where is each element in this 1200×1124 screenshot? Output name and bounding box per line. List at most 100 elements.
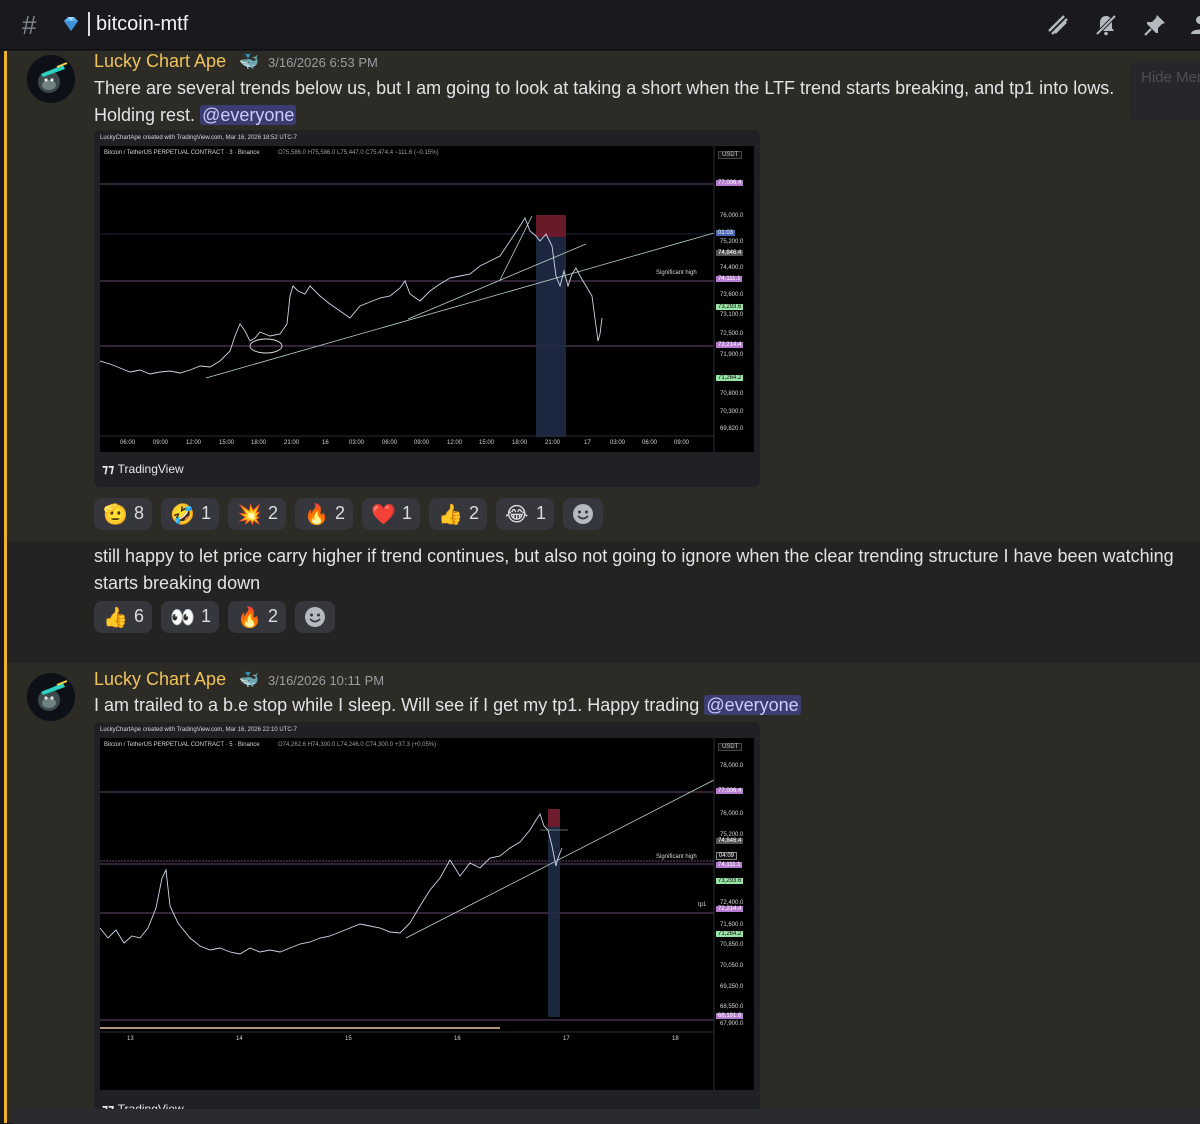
- price-label: 70,850.0: [720, 942, 744, 948]
- chart-image-embed[interactable]: LuckyChartApe created with TradingView.c…: [94, 130, 760, 487]
- time-label: 09:00: [153, 440, 169, 446]
- horizontal-scrollbar[interactable]: [14, 1109, 1200, 1124]
- reaction-button[interactable]: 💥 2: [228, 498, 286, 530]
- reaction-count: 2: [469, 503, 480, 523]
- time-label: 13: [127, 1036, 134, 1042]
- whale-badge-icon: 🐳: [239, 672, 259, 689]
- time-label: 18:00: [251, 440, 267, 446]
- everyone-mention[interactable]: @everyone: [200, 105, 297, 125]
- price-label: 74,111.1: [716, 862, 743, 868]
- price-label: 73,600.0: [720, 292, 744, 298]
- mute-icon[interactable]: [1094, 13, 1118, 37]
- time-label: 15: [345, 1036, 352, 1042]
- price-label: 73,293.6: [716, 304, 744, 310]
- time-label: 12:00: [447, 440, 463, 446]
- price-label: 74,846.4: [716, 250, 744, 256]
- reaction-count: 1: [201, 503, 212, 523]
- threads-icon[interactable]: [1046, 13, 1070, 37]
- price-label: 72,500.0: [720, 331, 744, 337]
- price-label: 70,050.0: [720, 963, 744, 969]
- price-label: 72,214.4: [716, 342, 744, 348]
- time-label: 21:00: [545, 440, 561, 446]
- time-label: 09:00: [414, 440, 430, 446]
- message: still happy to let price carry higher if…: [4, 541, 1200, 664]
- tradingview-logo: ⁊⁊ TradingView: [102, 462, 184, 476]
- gem-icon: [64, 17, 78, 31]
- price-chart-svg: [100, 146, 715, 452]
- time-label: 09:00: [674, 440, 690, 446]
- time-label: 03:00: [349, 440, 365, 446]
- time-label: 16: [454, 1036, 461, 1042]
- reaction-button[interactable]: ❤️ 1: [362, 498, 420, 530]
- thumbs-up-emoji: 👍: [438, 504, 463, 526]
- message: Lucky Chart Ape 🐳 3/16/2026 10:11 PM I a…: [4, 663, 1200, 1124]
- time-label: 06:00: [642, 440, 658, 446]
- joy-emoji: 😂: [505, 504, 529, 526]
- add-reaction-icon: [573, 504, 593, 524]
- price-label: 71,900.0: [720, 352, 744, 358]
- reaction-count: 1: [402, 503, 413, 523]
- price-label: 71,600.0: [720, 922, 744, 928]
- reaction-button[interactable]: 👀 1: [161, 601, 219, 633]
- members-icon[interactable]: [1188, 13, 1200, 37]
- fire-emoji: 🔥: [304, 504, 329, 526]
- add-reaction-button[interactable]: [295, 601, 335, 633]
- price-label: 74,111.1: [716, 276, 743, 282]
- reaction-button[interactable]: 👍 6: [94, 601, 152, 633]
- price-label: 70,800.0: [720, 391, 744, 397]
- author-name[interactable]: Lucky Chart Ape: [94, 669, 226, 690]
- tp1-label: tp1: [698, 902, 707, 908]
- price-label: 73,293.6: [716, 878, 744, 884]
- price-label: 74,400.0: [720, 265, 744, 271]
- hide-menu-button[interactable]: Hide Menu: [1129, 62, 1200, 120]
- price-label: 75,200.0: [720, 239, 744, 245]
- thumbs-up-emoji: 👍: [103, 607, 128, 629]
- reaction-count: 2: [268, 503, 279, 523]
- rofl-emoji: 🤣: [170, 504, 195, 526]
- fire-emoji: 🔥: [237, 607, 262, 629]
- reaction-button[interactable]: 🫡 8: [94, 498, 152, 530]
- reaction-button[interactable]: 🔥 2: [295, 498, 353, 530]
- countdown-label: 01:03: [716, 230, 736, 236]
- price-label: 74,846.4: [716, 838, 744, 844]
- reaction-count: 6: [134, 606, 145, 626]
- price-label: 77,006.4: [716, 788, 744, 794]
- reaction-button[interactable]: 😂 1: [496, 498, 554, 530]
- everyone-mention[interactable]: @everyone: [704, 695, 801, 715]
- time-label: 15:00: [479, 440, 495, 446]
- price-label: 77,006.4: [716, 180, 744, 186]
- time-label: 12:00: [186, 440, 202, 446]
- eyes-emoji: 👀: [170, 607, 195, 629]
- header-divider: [88, 12, 90, 36]
- time-label: 16: [322, 440, 329, 446]
- chart-image-embed[interactable]: LuckyChartApe created with TradingView.c…: [94, 722, 760, 1124]
- reaction-button[interactable]: 👍 2: [429, 498, 487, 530]
- avatar[interactable]: [27, 55, 75, 103]
- timestamp[interactable]: 3/16/2026 10:11 PM: [268, 673, 384, 688]
- price-label: 78,000.0: [720, 763, 744, 769]
- currency-label: USDT: [718, 151, 743, 159]
- message-content: There are several trends below us, but I…: [94, 75, 1154, 129]
- reaction-count: 8: [134, 503, 145, 523]
- pin-icon[interactable]: [1143, 13, 1167, 37]
- message-text: I am trailed to a b.e stop while I sleep…: [94, 695, 700, 715]
- ape-avatar-image: [27, 55, 75, 103]
- reaction-button[interactable]: 🤣 1: [161, 498, 219, 530]
- avatar[interactable]: [27, 673, 75, 721]
- chart-caption: LuckyChartApe created with TradingView.c…: [100, 135, 297, 141]
- reaction-button[interactable]: 🔥 2: [228, 601, 286, 633]
- time-label: 14: [236, 1036, 243, 1042]
- price-label: 70,300.0: [720, 409, 744, 415]
- time-label: 06:00: [382, 440, 398, 446]
- channel-header: # bitcoin-mtf: [0, 0, 1200, 50]
- add-reaction-button[interactable]: [563, 498, 603, 530]
- channel-name: bitcoin-mtf: [96, 13, 189, 35]
- reaction-count: 2: [335, 503, 346, 523]
- price-label: 76,000.0: [720, 811, 744, 817]
- timestamp[interactable]: 3/16/2026 6:53 PM: [268, 55, 378, 70]
- author-name[interactable]: Lucky Chart Ape: [94, 51, 226, 72]
- chart-area: Bitcoin / TetherUS PERPETUAL CONTRACT · …: [100, 146, 754, 452]
- add-reaction-icon: [305, 607, 325, 627]
- message-list: Lucky Chart Ape 🐳 3/16/2026 6:53 PM Ther…: [4, 51, 1200, 1124]
- whale-badge-icon: 🐳: [239, 54, 259, 71]
